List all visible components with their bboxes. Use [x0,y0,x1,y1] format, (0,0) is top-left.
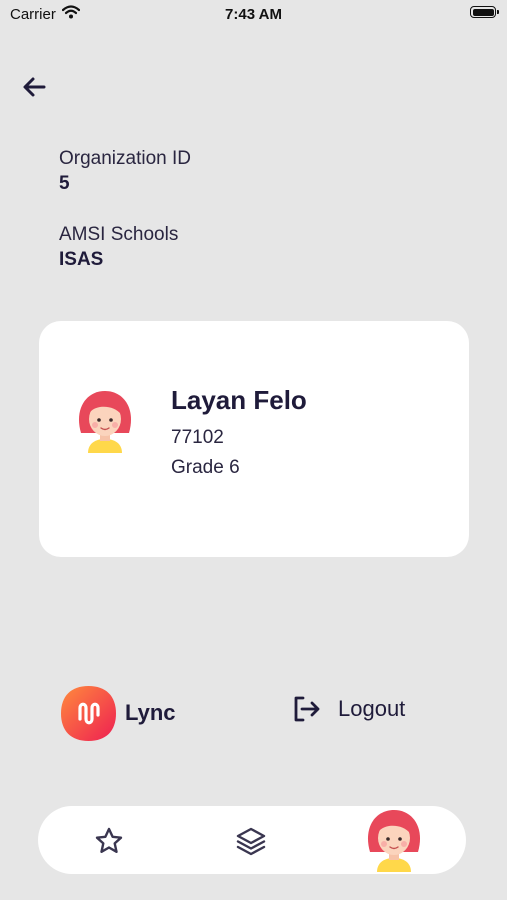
lync-logo-icon [61,685,116,741]
student-card[interactable]: Layan Felo 77102 Grade 6 [39,321,469,557]
status-bar: Carrier 7:43 AM [0,0,507,28]
back-button[interactable] [20,72,50,102]
student-avatar [76,389,134,458]
tab-favorites[interactable] [94,826,124,861]
school-group-label: AMSI Schools [59,224,179,245]
organization-id-label: Organization ID [59,148,192,169]
logout-icon [294,696,320,722]
lync-brand: Lync [60,684,176,742]
logout-button[interactable]: Logout [290,693,405,725]
arrow-left-icon [23,77,46,97]
star-icon [95,827,123,853]
status-time: 7:43 AM [225,6,282,23]
tab-profile[interactable] [365,808,423,877]
bottom-tab-bar [38,806,466,874]
organization-id-value: 5 [59,173,70,194]
student-id: 77102 [171,427,224,448]
lync-brand-label: Lync [125,700,176,725]
battery-icon [470,6,499,18]
logout-label: Logout [338,696,406,721]
student-name: Layan Felo [171,385,307,415]
layers-icon [236,827,266,856]
school-name-value: ISAS [59,249,104,270]
student-grade: Grade 6 [171,457,240,478]
profile-avatar [367,810,421,872]
tab-layers[interactable] [235,825,267,862]
